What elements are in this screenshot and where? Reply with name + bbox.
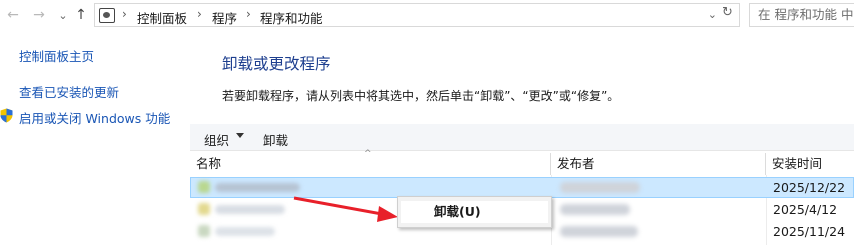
back-arrow-icon[interactable]: ← [2,4,24,26]
breadcrumb-control-panel[interactable]: 控制面板 [137,8,187,27]
program-publisher [560,204,630,215]
forward-arrow-icon[interactable]: → [28,4,50,26]
column-header-name[interactable]: 名称 [190,153,551,175]
install-date: 2025/11/24 [773,224,846,239]
column-header-install-date[interactable]: 安装时间 [766,153,854,175]
context-menu: 卸载(U) [397,196,552,228]
program-icon [198,203,210,215]
refresh-icon[interactable]: ↻ [722,5,733,20]
annotation-arrow-icon [293,196,398,222]
organize-button[interactable]: 组织 [204,130,229,149]
page-title: 卸载或更改程序 [222,55,331,73]
programs-and-features-window: ← → ⌄ ↑ › 控制面板 › 程序 › 程序和功能 ⌄ ↻ 在 程序和功能 … [0,0,854,245]
control-panel-icon [99,8,115,23]
install-date: 2025/4/12 [773,202,838,217]
uninstall-button[interactable]: 卸载 [263,130,288,149]
program-name [215,183,300,192]
program-publisher [560,182,640,193]
address-dropdown-icon[interactable]: ⌄ [708,8,717,21]
page-description: 若要卸载程序，请从列表中将其选中，然后单击“卸载”、“更改”或“修复”。 [222,89,620,103]
sidebar-item-view-installed-updates[interactable]: 查看已安装的更新 [19,82,119,101]
search-input[interactable]: 在 程序和功能 中搜索 [749,3,854,27]
up-arrow-icon[interactable]: ↑ [70,4,92,26]
breadcrumb-separator-icon: › [197,7,202,21]
toolbar: 组织 卸载 [190,124,854,151]
breadcrumb-separator-icon: › [122,7,127,21]
breadcrumb-programs-and-features[interactable]: 程序和功能 [260,8,323,27]
install-date: 2025/12/22 [773,180,846,195]
breadcrumb-separator-icon: › [246,7,251,21]
program-name [215,227,275,236]
shield-icon [0,108,13,123]
address-bar[interactable]: › 控制面板 › 程序 › 程序和功能 ⌄ [94,3,740,27]
sidebar-item-windows-features[interactable]: 启用或关闭 Windows 功能 [19,108,170,127]
address-row: ← → ⌄ ↑ › 控制面板 › 程序 › 程序和功能 ⌄ ↻ 在 程序和功能 … [0,0,854,30]
sidebar-item-control-panel-home[interactable]: 控制面板主页 [19,46,94,65]
context-menu-uninstall[interactable]: 卸载(U) [401,201,548,223]
program-icon [198,181,210,193]
program-icon [198,225,210,237]
program-publisher [560,226,638,237]
breadcrumb-programs[interactable]: 程序 [212,8,237,27]
organize-dropdown-icon[interactable] [236,133,244,138]
program-name [215,205,285,214]
column-header-publisher[interactable]: 发布者 [551,153,766,175]
